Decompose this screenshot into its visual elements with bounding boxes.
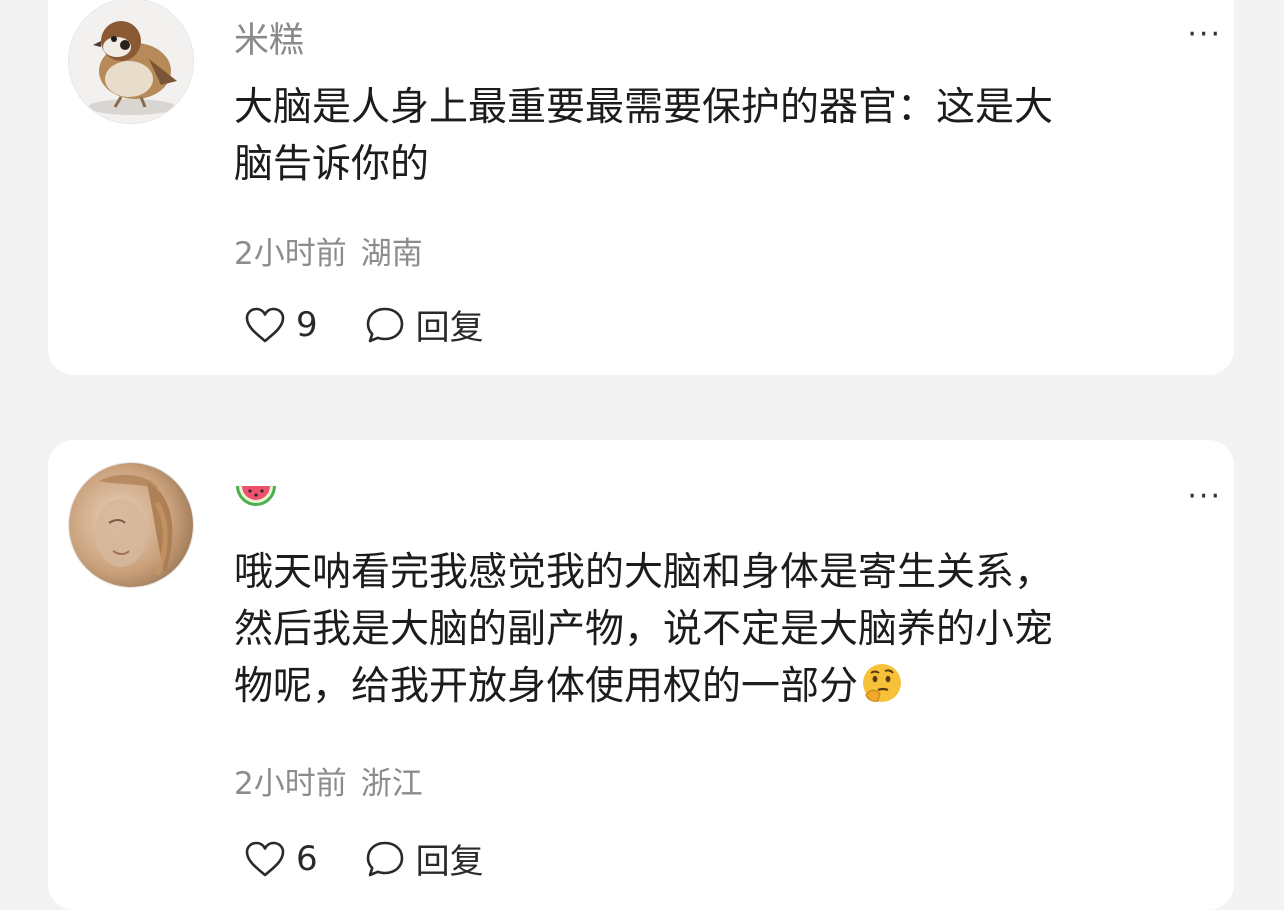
comment-actions: 6 回复 [244, 834, 484, 883]
thinking-face-icon [860, 661, 904, 721]
username[interactable]: 米糕 [234, 12, 304, 63]
reply-button[interactable]: 回复 [364, 834, 484, 883]
comment-text-line: 物呢，给我开放身体使用权的一部分 [234, 658, 1194, 721]
reply-button[interactable]: 回复 [364, 300, 484, 349]
comment-text-line: 哦天呐看完我感觉我的大脑和身体是寄生关系， [234, 550, 1054, 595]
watermelon-icon [236, 486, 276, 506]
location: 浙江 [360, 766, 423, 802]
heart-icon [245, 841, 285, 876]
comment-text-line: 然后我是大脑的副产物，说不定是大脑养的小宠 [234, 607, 1054, 652]
heart-icon [245, 307, 285, 342]
comment-text: 大脑是人身上最重要最需要保护的器官：这是大 脑告诉你的 [234, 79, 1194, 193]
comment-bubble-icon [366, 841, 403, 876]
comment-text-segment: 物呢，给我开放身体使用权的一部分 [234, 664, 859, 709]
like-button[interactable]: 6 [244, 839, 318, 879]
sparrow-avatar-icon [69, 0, 193, 123]
comment-bubble-icon [366, 307, 403, 342]
portrait-avatar-icon [69, 463, 193, 587]
comment-text-line: 大脑是人身上最重要最需要保护的器官：这是大 [234, 85, 1054, 130]
comment-meta: 2小时前 浙江 [234, 758, 423, 803]
timestamp: 2小时前 [234, 236, 347, 272]
comment-text: 哦天呐看完我感觉我的大脑和身体是寄生关系， 然后我是大脑的副产物，说不定是大脑养… [234, 544, 1194, 721]
reply-label: 回复 [415, 842, 484, 882]
avatar[interactable] [68, 462, 194, 588]
avatar[interactable] [68, 0, 194, 124]
timestamp: 2小时前 [234, 766, 347, 802]
location: 湖南 [360, 236, 423, 272]
more-options-icon[interactable]: ··· [1187, 482, 1222, 512]
more-options-icon[interactable]: ··· [1187, 20, 1222, 50]
username[interactable] [234, 476, 278, 523]
comment-meta: 2小时前 湖南 [234, 228, 423, 273]
like-button[interactable]: 9 [244, 305, 318, 345]
like-count: 6 [296, 838, 318, 879]
reply-label: 回复 [415, 308, 484, 348]
comment-text-line: 脑告诉你的 [234, 142, 430, 187]
comment-actions: 9 回复 [244, 300, 484, 349]
divider [40, 380, 1244, 430]
like-count: 9 [296, 304, 318, 345]
